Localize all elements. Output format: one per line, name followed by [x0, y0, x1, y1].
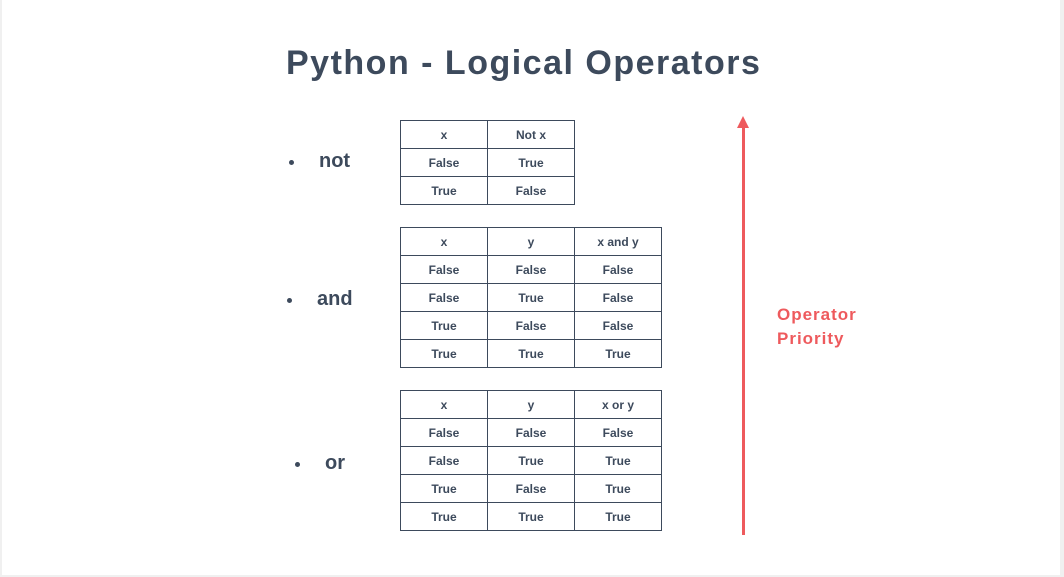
table-cell: False	[400, 255, 488, 284]
page-title: Python - Logical Operators	[286, 44, 762, 82]
table-cell: True	[400, 176, 488, 205]
table-row: True False	[400, 176, 575, 205]
table-cell: True	[400, 339, 488, 368]
table-header-cell: x	[400, 227, 488, 256]
table-row: False True	[400, 148, 575, 177]
table-cell: True	[487, 283, 575, 312]
table-cell: False	[400, 446, 488, 475]
table-header-cell: x	[400, 120, 488, 149]
priority-line-1: Operator	[777, 305, 857, 324]
table-cell: False	[487, 255, 575, 284]
operator-label-or: or	[325, 452, 345, 474]
table-row: False True True	[400, 446, 662, 475]
table-header-cell: y	[487, 390, 575, 419]
table-header-row: x y x or y	[400, 390, 662, 419]
slide: Python - Logical Operators not x Not x F…	[2, 0, 1060, 575]
table-row: True False False	[400, 311, 662, 340]
table-cell: True	[487, 446, 575, 475]
table-cell: True	[574, 474, 662, 503]
table-cell: True	[400, 311, 488, 340]
table-cell: False	[487, 418, 575, 447]
table-header-row: x Not x	[400, 120, 575, 149]
table-cell: True	[574, 446, 662, 475]
operator-priority-label: Operator Priority	[777, 303, 857, 351]
truth-table-and: x y x and y False False False False True…	[400, 227, 662, 368]
table-row: True True True	[400, 339, 662, 368]
table-cell: False	[574, 418, 662, 447]
table-header-cell: x and y	[574, 227, 662, 256]
table-cell: True	[574, 502, 662, 531]
table-cell: True	[487, 148, 575, 177]
priority-arrow-line	[742, 126, 745, 535]
bullet-not	[289, 160, 294, 165]
table-cell: True	[574, 339, 662, 368]
table-cell: False	[574, 311, 662, 340]
table-cell: False	[574, 255, 662, 284]
priority-line-2: Priority	[777, 329, 845, 348]
table-header-cell: x or y	[574, 390, 662, 419]
table-row: False False False	[400, 255, 662, 284]
operator-label-not: not	[319, 150, 351, 172]
table-cell: False	[487, 474, 575, 503]
table-row: True False True	[400, 474, 662, 503]
table-header-cell: x	[400, 390, 488, 419]
table-row: True True True	[400, 502, 662, 531]
table-cell: False	[487, 176, 575, 205]
table-cell: True	[487, 339, 575, 368]
table-header-row: x y x and y	[400, 227, 662, 256]
table-cell: False	[400, 148, 488, 177]
table-header-cell: Not x	[487, 120, 575, 149]
table-header-cell: y	[487, 227, 575, 256]
operator-label-and: and	[317, 288, 353, 310]
table-row: False False False	[400, 418, 662, 447]
table-cell: False	[400, 283, 488, 312]
table-cell: True	[400, 502, 488, 531]
table-cell: False	[574, 283, 662, 312]
table-cell: True	[487, 502, 575, 531]
table-row: False True False	[400, 283, 662, 312]
bullet-or	[295, 462, 300, 467]
truth-table-or: x y x or y False False False False True …	[400, 390, 662, 531]
table-cell: False	[487, 311, 575, 340]
bullet-and	[287, 298, 292, 303]
truth-table-not: x Not x False True True False	[400, 120, 575, 205]
table-cell: True	[400, 474, 488, 503]
table-cell: False	[400, 418, 488, 447]
